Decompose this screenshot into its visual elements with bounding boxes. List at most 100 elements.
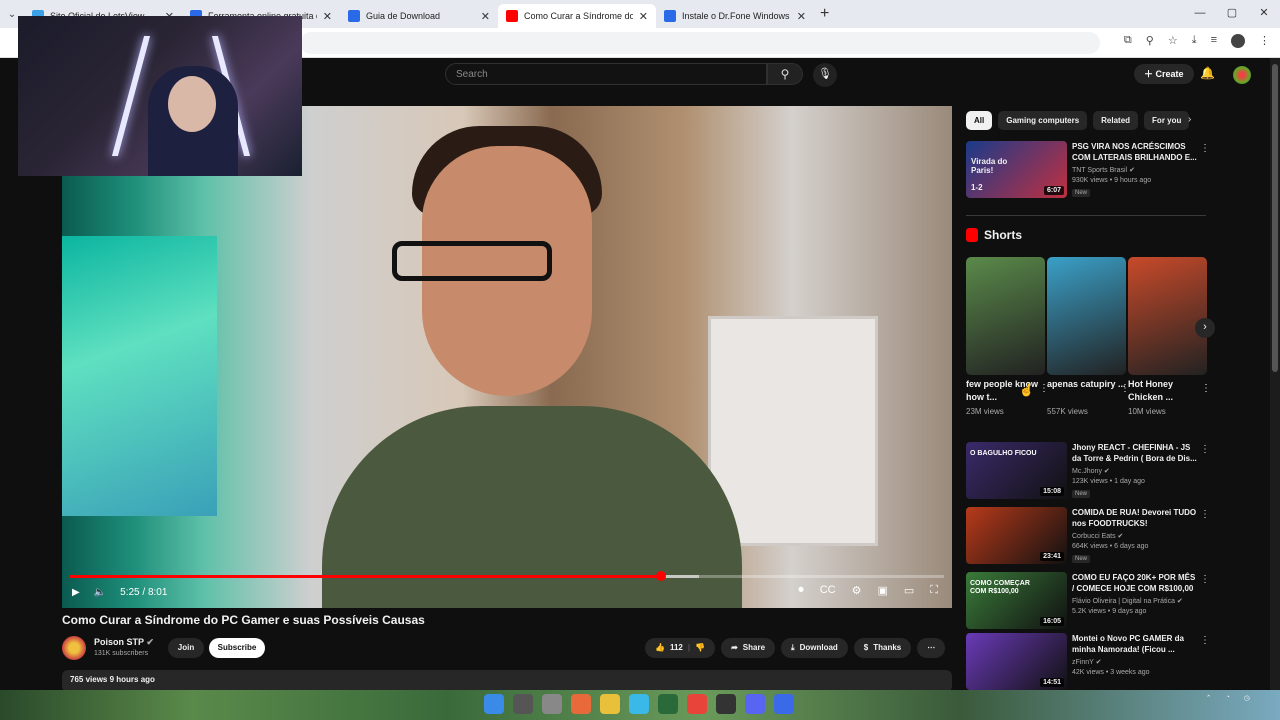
search-input[interactable]: Search (445, 63, 767, 85)
recommended-video[interactable]: 14:51 Montei o Novo PC GAMER da minha Nam… (966, 633, 1216, 691)
omnibox[interactable] (300, 32, 1100, 54)
browser-tab[interactable]: Guia de Download ✕ (340, 4, 498, 28)
share-button[interactable]: ➦ Share (721, 638, 776, 658)
rec-channel[interactable]: zFinnY ✔ (1072, 658, 1102, 666)
rec-title[interactable]: COMO EU FAÇO 20K+ POR MÊS / COMECE HOJE … (1072, 572, 1198, 594)
video-thumbnail[interactable]: 14:51 (966, 633, 1067, 690)
close-tab-icon[interactable]: ✕ (797, 10, 806, 23)
profile-avatar[interactable] (1231, 34, 1245, 48)
short-item[interactable]: apenas catupiry ... 557K views ⋮ (1047, 257, 1130, 416)
rec-channel[interactable]: TNT Sports Brasil ✔ (1072, 166, 1135, 174)
join-button[interactable]: Join (168, 638, 204, 658)
short-thumbnail[interactable] (966, 257, 1045, 375)
video-thumbnail[interactable]: O BAGULHO FICOU 15:08 (966, 442, 1067, 499)
video-thumbnail[interactable]: Virada do Paris! 1-2 6:07 (966, 141, 1067, 198)
volume-icon[interactable]: 🔈 (94, 587, 106, 598)
account-avatar[interactable] (1233, 66, 1251, 84)
play-icon[interactable]: ▶ (72, 587, 80, 598)
zoom-icon[interactable]: ⚲ (1146, 34, 1154, 48)
browser-menu-icon[interactable]: ⋮ (1259, 34, 1270, 48)
notifications-bell-icon[interactable]: 🔔 (1200, 66, 1215, 80)
channel-name[interactable]: Poison STP ✔ (94, 637, 154, 648)
short-thumbnail[interactable] (1128, 257, 1207, 375)
downloads-icon[interactable]: ⤓ (1192, 34, 1197, 48)
close-window-button[interactable]: ✕ (1248, 0, 1280, 26)
network-icon[interactable]: ◔ (1226, 694, 1230, 702)
rec-channel[interactable]: Corbucci Eats ✔ (1072, 532, 1123, 540)
settings-gear-icon[interactable]: ⚙ (852, 584, 862, 597)
app-icon[interactable] (571, 694, 591, 714)
rec-title[interactable]: Montei o Novo PC GAMER da minha Namorada… (1072, 633, 1198, 655)
subscribe-button[interactable]: Subscribe (209, 638, 265, 658)
rec-title[interactable]: COMIDA DE RUA! Devorei TUDO nos FOODTRUC… (1072, 507, 1198, 529)
more-vert-icon[interactable]: ⋮ (1200, 574, 1210, 585)
theater-mode-icon[interactable]: ▭ (904, 584, 914, 597)
search-icon[interactable]: ⚲ (767, 63, 803, 85)
close-tab-icon[interactable]: ✕ (481, 10, 490, 23)
app-icon[interactable] (716, 694, 736, 714)
fullscreen-icon[interactable]: ⛶ (930, 584, 938, 597)
thanks-button[interactable]: $ Thanks (853, 638, 912, 658)
shorts-next-icon[interactable]: › (1195, 318, 1215, 338)
install-icon[interactable]: ⧉ (1124, 34, 1132, 48)
rec-title[interactable]: Jhony REACT - CHEFINHA - JS da Torre & P… (1072, 442, 1198, 464)
miniplayer-icon[interactable]: ▣ (877, 584, 887, 597)
browser-tab[interactable]: Como Curar a Síndrome do PC ✕ (498, 4, 656, 28)
create-button[interactable]: ＋ Create (1134, 64, 1194, 84)
short-title[interactable]: apenas catupiry ... (1047, 378, 1126, 406)
filter-chip[interactable]: Gaming computers (998, 111, 1088, 130)
more-vert-icon[interactable]: ⋮ (1200, 509, 1210, 520)
more-vert-icon[interactable]: ⋮ (1201, 383, 1211, 394)
more-actions-button[interactable]: ⋯ (917, 638, 946, 658)
more-vert-icon[interactable]: ⋮ (1200, 143, 1210, 154)
more-vert-icon[interactable]: ⋮ (1200, 444, 1210, 455)
app-icon[interactable] (774, 694, 794, 714)
description-box[interactable]: 765 views 9 hours ago (62, 670, 952, 692)
windows-start-icon[interactable] (484, 694, 504, 714)
excel-icon[interactable] (658, 694, 678, 714)
bookmark-star-icon[interactable]: ☆ (1168, 34, 1178, 48)
microphone-icon[interactable]: 🎙 (813, 63, 837, 87)
discord-icon[interactable] (745, 694, 765, 714)
autoplay-toggle[interactable]: ⏺ (798, 584, 804, 597)
video-thumbnail[interactable]: COMO COMEÇAR COM R$100,00 16:05 (966, 572, 1067, 629)
thumbs-down-icon[interactable]: 👎 (695, 638, 705, 658)
rec-channel[interactable]: Mc.Jhony ✔ (1072, 467, 1110, 475)
recommended-video[interactable]: COMO COMEÇAR COM R$100,00 16:05 COMO EU FA… (966, 572, 1216, 630)
short-title[interactable]: Hot Honey Chicken ... (1128, 378, 1207, 406)
close-tab-icon[interactable]: ✕ (639, 10, 648, 23)
reading-list-icon[interactable]: ≡ (1211, 34, 1217, 48)
download-button[interactable]: ⤓ Download (781, 638, 848, 658)
maximize-button[interactable]: ▢ (1216, 0, 1248, 26)
rec-channel[interactable]: Flávio Oliveira | Digital na Prática ✔ (1072, 597, 1183, 605)
scrollbar-thumb[interactable] (1272, 64, 1278, 372)
clock-icon[interactable]: ◷ (1244, 694, 1250, 702)
video-thumbnail[interactable]: 23:41 (966, 507, 1067, 564)
more-vert-icon[interactable]: ⋮ (1200, 635, 1210, 646)
short-item[interactable]: Hot Honey Chicken ... 10M views ⋮ (1128, 257, 1211, 416)
browser-tab[interactable]: Instale o Dr.Fone Windows cor ✕ (656, 4, 814, 28)
short-thumbnail[interactable] (1047, 257, 1126, 375)
task-view-icon[interactable] (542, 694, 562, 714)
video-player[interactable]: ▶ 🔈 5:25 / 8:01 ⏺ CC ⚙ ▣ ▭ ⛶ (62, 106, 952, 608)
captions-icon[interactable]: CC (820, 584, 836, 597)
file-explorer-icon[interactable] (600, 694, 620, 714)
like-button[interactable]: 👍 112 | 👎 (645, 638, 716, 658)
new-tab-button[interactable]: + (820, 5, 829, 23)
tray-chevron-icon[interactable]: ⌃ (1206, 694, 1212, 702)
chrome-icon[interactable] (687, 694, 707, 714)
minimize-button[interactable]: — (1184, 0, 1216, 26)
search-taskbar-icon[interactable] (513, 694, 533, 714)
progress-bar[interactable] (70, 571, 944, 581)
rec-title[interactable]: PSG VIRA NOS ACRÉSCIMOS COM LATERAIS BRI… (1072, 141, 1198, 163)
recommended-video[interactable]: O BAGULHO FICOU 15:08 Jhony REACT - CHEFIN… (966, 442, 1216, 500)
filter-chip[interactable]: For you (1144, 111, 1190, 130)
recommended-video[interactable]: Virada do Paris! 1-2 6:07 PSG VIRA NOS A… (966, 141, 1216, 199)
chevron-right-icon[interactable]: › (1188, 114, 1191, 125)
recommended-video[interactable]: 23:41 COMIDA DE RUA! Devorei TUDO nos FOO… (966, 507, 1216, 565)
filter-chip[interactable]: Related (1093, 111, 1139, 130)
edge-icon[interactable] (629, 694, 649, 714)
filter-chip[interactable]: All (966, 111, 993, 130)
scrubber-handle[interactable] (655, 571, 666, 581)
close-tab-icon[interactable]: ✕ (323, 10, 332, 23)
